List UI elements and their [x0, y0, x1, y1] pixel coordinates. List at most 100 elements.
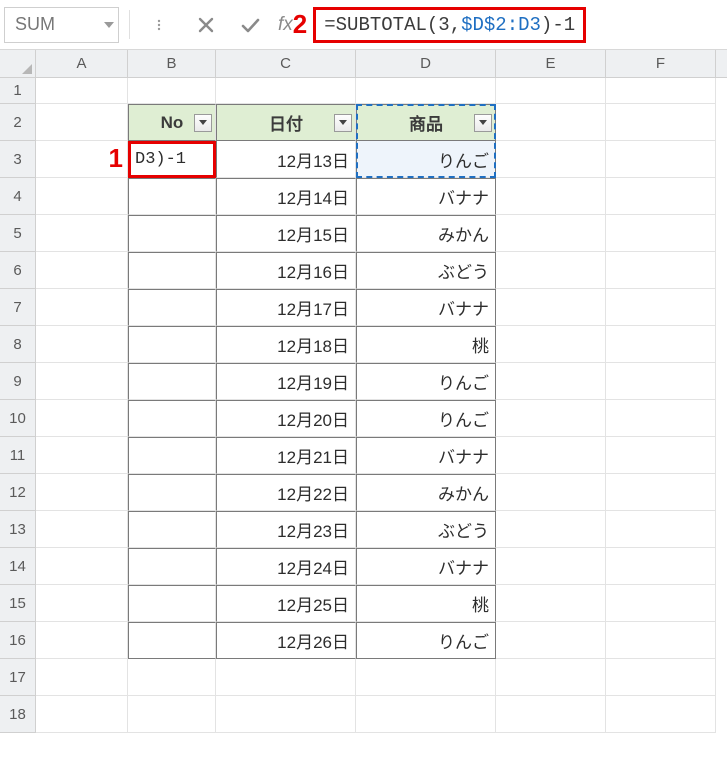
cell-A1[interactable]: [36, 78, 128, 104]
cell-A2[interactable]: [36, 104, 128, 141]
row-header-8[interactable]: 8: [0, 326, 36, 363]
cell-C11[interactable]: 12月21日: [216, 437, 356, 474]
cell-E7[interactable]: [496, 289, 606, 326]
cell-E1[interactable]: [496, 78, 606, 104]
cell-F9[interactable]: [606, 363, 716, 400]
cell-E5[interactable]: [496, 215, 606, 252]
row-header-4[interactable]: 4: [0, 178, 36, 215]
cell-F14[interactable]: [606, 548, 716, 585]
row-header-15[interactable]: 15: [0, 585, 36, 622]
cell-A9[interactable]: [36, 363, 128, 400]
cell-C6[interactable]: 12月16日: [216, 252, 356, 289]
cell-A8[interactable]: [36, 326, 128, 363]
cell-C1[interactable]: [216, 78, 356, 104]
cell-F3[interactable]: [606, 141, 716, 178]
row-header-10[interactable]: 10: [0, 400, 36, 437]
cell-E9[interactable]: [496, 363, 606, 400]
cell-E17[interactable]: [496, 659, 606, 696]
cell-F11[interactable]: [606, 437, 716, 474]
cell-B14[interactable]: [128, 548, 216, 585]
cell-D1[interactable]: [356, 78, 496, 104]
col-header-F[interactable]: F: [606, 50, 716, 77]
cell-C12[interactable]: 12月22日: [216, 474, 356, 511]
cell-B12[interactable]: [128, 474, 216, 511]
cell-E8[interactable]: [496, 326, 606, 363]
cell-B3-editing[interactable]: D3)-1: [128, 141, 216, 178]
cell-D18[interactable]: [356, 696, 496, 733]
cell-A5[interactable]: [36, 215, 128, 252]
cell-D11[interactable]: バナナ: [356, 437, 496, 474]
cell-E13[interactable]: [496, 511, 606, 548]
cell-D3[interactable]: りんご: [356, 141, 496, 178]
cell-D13[interactable]: ぶどう: [356, 511, 496, 548]
cell-D6[interactable]: ぶどう: [356, 252, 496, 289]
cell-D14[interactable]: バナナ: [356, 548, 496, 585]
cell-F4[interactable]: [606, 178, 716, 215]
row-header-2[interactable]: 2: [0, 104, 36, 141]
row-header-5[interactable]: 5: [0, 215, 36, 252]
formula-input[interactable]: =SUBTOTAL(3,$D$2:D3)-1: [313, 7, 586, 43]
cell-C4[interactable]: 12月14日: [216, 178, 356, 215]
row-header-11[interactable]: 11: [0, 437, 36, 474]
cell-C5[interactable]: 12月15日: [216, 215, 356, 252]
cell-F18[interactable]: [606, 696, 716, 733]
cancel-button[interactable]: [192, 11, 220, 39]
cell-B16[interactable]: [128, 622, 216, 659]
cell-C15[interactable]: 12月25日: [216, 585, 356, 622]
cell-F2[interactable]: [606, 104, 716, 141]
cell-E11[interactable]: [496, 437, 606, 474]
col-header-C[interactable]: C: [216, 50, 356, 77]
cell-E2[interactable]: [496, 104, 606, 141]
cell-B9[interactable]: [128, 363, 216, 400]
cell-A6[interactable]: [36, 252, 128, 289]
cell-E15[interactable]: [496, 585, 606, 622]
fx-icon[interactable]: fx: [278, 14, 293, 36]
cell-B15[interactable]: [128, 585, 216, 622]
cell-B18[interactable]: [128, 696, 216, 733]
cell-F16[interactable]: [606, 622, 716, 659]
cell-B6[interactable]: [128, 252, 216, 289]
cell-C13[interactable]: 12月23日: [216, 511, 356, 548]
row-header-3[interactable]: 3: [0, 141, 36, 178]
cell-A10[interactable]: [36, 400, 128, 437]
expand-formula-button[interactable]: [148, 11, 176, 39]
cell-A11[interactable]: [36, 437, 128, 474]
row-header-7[interactable]: 7: [0, 289, 36, 326]
cell-C18[interactable]: [216, 696, 356, 733]
row-header-9[interactable]: 9: [0, 363, 36, 400]
cell-E4[interactable]: [496, 178, 606, 215]
select-all-corner[interactable]: [0, 50, 36, 77]
cell-E10[interactable]: [496, 400, 606, 437]
cell-C9[interactable]: 12月19日: [216, 363, 356, 400]
cell-C10[interactable]: 12月20日: [216, 400, 356, 437]
cell-C16[interactable]: 12月26日: [216, 622, 356, 659]
row-header-13[interactable]: 13: [0, 511, 36, 548]
filter-button-no[interactable]: [194, 114, 212, 132]
cell-A14[interactable]: [36, 548, 128, 585]
cell-A13[interactable]: [36, 511, 128, 548]
cell-D16[interactable]: りんご: [356, 622, 496, 659]
col-header-B[interactable]: B: [128, 50, 216, 77]
cell-D7[interactable]: バナナ: [356, 289, 496, 326]
cell-C3[interactable]: 12月13日: [216, 141, 356, 178]
cell-F7[interactable]: [606, 289, 716, 326]
row-header-1[interactable]: 1: [0, 78, 36, 104]
enter-button[interactable]: [236, 11, 264, 39]
cell-D12[interactable]: みかん: [356, 474, 496, 511]
row-header-14[interactable]: 14: [0, 548, 36, 585]
filter-button-item[interactable]: [474, 114, 492, 132]
cell-C14[interactable]: 12月24日: [216, 548, 356, 585]
name-box-dropdown-icon[interactable]: [104, 22, 114, 28]
cell-A15[interactable]: [36, 585, 128, 622]
cell-F8[interactable]: [606, 326, 716, 363]
cell-F5[interactable]: [606, 215, 716, 252]
row-header-17[interactable]: 17: [0, 659, 36, 696]
cell-D4[interactable]: バナナ: [356, 178, 496, 215]
cell-D17[interactable]: [356, 659, 496, 696]
name-box[interactable]: SUM: [4, 7, 119, 43]
col-header-A[interactable]: A: [36, 50, 128, 77]
table-header-item[interactable]: 商品: [356, 104, 496, 141]
cell-A7[interactable]: [36, 289, 128, 326]
cell-A3[interactable]: 1: [36, 141, 128, 178]
cell-D9[interactable]: りんご: [356, 363, 496, 400]
